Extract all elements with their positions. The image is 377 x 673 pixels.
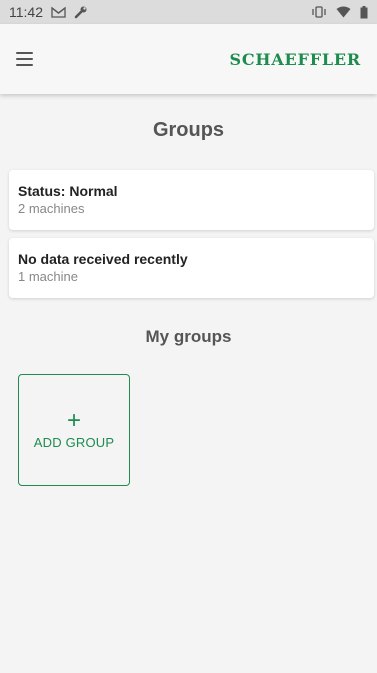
- brand-logo: SCHAEFFLER: [229, 49, 361, 69]
- my-groups-title: My groups: [145, 327, 232, 346]
- vibrate-icon: [311, 6, 327, 18]
- page-title: Groups: [152, 119, 225, 141]
- battery-icon: [360, 5, 368, 19]
- status-right: [311, 5, 368, 19]
- group-card-status-normal[interactable]: Status: Normal 2 machines: [9, 170, 374, 230]
- add-group-label: ADD GROUP: [33, 434, 115, 450]
- group-card-subtitle: 2 machines: [18, 201, 85, 216]
- group-card-title: Status: Normal: [18, 183, 118, 199]
- group-card-no-data[interactable]: No data received recently 1 machine: [9, 238, 374, 298]
- menu-icon[interactable]: [16, 47, 40, 71]
- gmail-icon: [51, 6, 66, 18]
- add-group-button[interactable]: + ADD GROUP: [18, 374, 130, 486]
- plus-icon: +: [66, 406, 81, 434]
- main-content: Groups Status: Normal 2 machines No data…: [0, 94, 377, 486]
- status-left: 11:42: [9, 4, 88, 20]
- wifi-icon: [336, 6, 351, 18]
- group-card-subtitle: 1 machine: [18, 269, 78, 284]
- status-time: 11:42: [9, 4, 43, 20]
- wrench-icon: [74, 5, 88, 19]
- status-bar: 11:42: [0, 0, 377, 24]
- app-bar: SCHAEFFLER: [0, 24, 377, 94]
- group-card-title: No data received recently: [18, 251, 188, 267]
